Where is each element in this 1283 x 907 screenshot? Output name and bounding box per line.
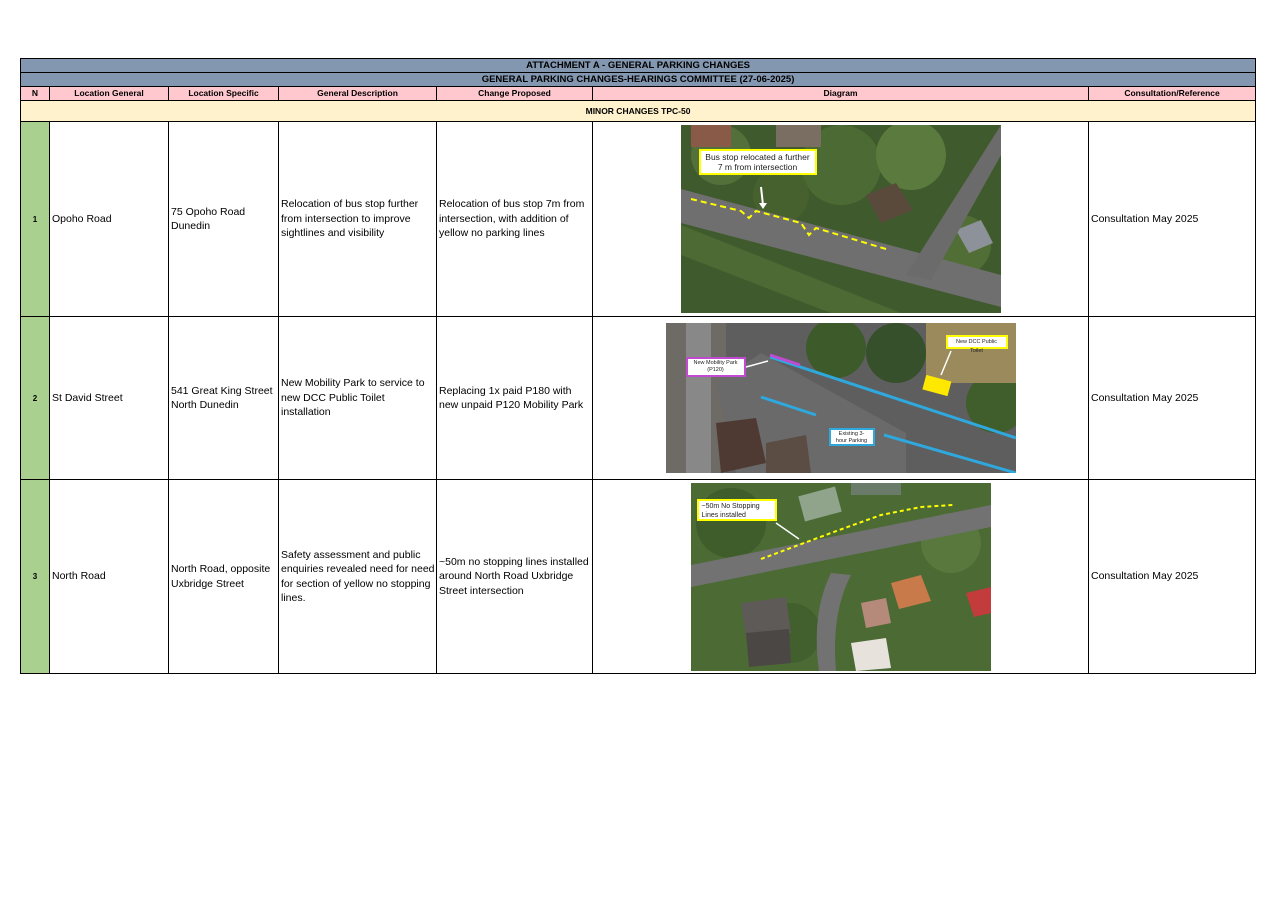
col-header-change-proposed: Change Proposed <box>436 86 593 101</box>
diagram-callout: Bus stop relocated a further 7 m from in… <box>698 149 817 175</box>
diagram-callout: New Mobility Park (P120) <box>685 357 746 377</box>
col-header-n: N <box>20 86 50 101</box>
row-number: 1 <box>20 121 50 317</box>
title-row: ATTACHMENT A - GENERAL PARKING CHANGES <box>19 58 1257 73</box>
consultation-reference: Consultation May 2025 <box>1087 316 1257 480</box>
col-header-location-specific: Location Specific <box>168 86 279 101</box>
general-description: Safety assessment and public enquiries r… <box>278 479 437 674</box>
subtitle-row: GENERAL PARKING CHANGES-HEARINGS COMMITT… <box>19 72 1257 87</box>
aerial-map-north-road: ~50m No Stopping Lines installed <box>690 482 991 671</box>
change-proposed: Relocation of bus stop 7m from intersect… <box>436 121 593 317</box>
consultation-reference: Consultation May 2025 <box>1087 121 1257 317</box>
col-header-consultation: Consultation/Reference <box>1087 86 1257 101</box>
location-general: Opoho Road <box>49 121 169 317</box>
aerial-map-st-david-street: New Mobility Park (P120) New DCC Public … <box>665 323 1016 473</box>
section-title: MINOR CHANGES TPC-50 <box>19 100 1257 122</box>
parking-changes-sheet: ATTACHMENT A - GENERAL PARKING CHANGES G… <box>19 58 1257 674</box>
table-row: 2 St David Street 541 Great King Street … <box>20 316 1257 480</box>
aerial-map-opoho-road: Bus stop relocated a further 7 m from in… <box>680 125 1001 313</box>
location-specific: 75 Opoho Road Dunedin <box>168 121 279 317</box>
table-row: 3 North Road North Road, opposite Uxbrid… <box>20 479 1257 674</box>
col-header-general-description: General Description <box>278 86 437 101</box>
location-general: North Road <box>49 479 169 674</box>
general-description: Relocation of bus stop further from inte… <box>278 121 437 317</box>
diagram-cell: New Mobility Park (P120) New DCC Public … <box>592 316 1089 480</box>
document-title: ATTACHMENT A - GENERAL PARKING CHANGES <box>19 58 1257 73</box>
header-row: N Location General Location Specific Gen… <box>20 86 1257 101</box>
location-general: St David Street <box>49 316 169 480</box>
col-header-location-general: Location General <box>49 86 169 101</box>
change-proposed: Replacing 1x paid P180 with new unpaid P… <box>436 316 593 480</box>
diagram-cell: ~50m No Stopping Lines installed <box>592 479 1089 674</box>
change-proposed: ~50m no stopping lines installed around … <box>436 479 593 674</box>
parking-changes-table: ATTACHMENT A - GENERAL PARKING CHANGES G… <box>19 58 1257 674</box>
diagram-callout: New DCC Public Toilet <box>945 335 1008 354</box>
location-specific: North Road, opposite Uxbridge Street <box>168 479 279 674</box>
col-header-diagram: Diagram <box>592 86 1089 101</box>
row-number: 3 <box>20 479 50 674</box>
consultation-reference: Consultation May 2025 <box>1087 479 1257 674</box>
general-description: New Mobility Park to service to new DCC … <box>278 316 437 480</box>
location-specific: 541 Great King Street North Dunedin <box>168 316 279 480</box>
section-row: MINOR CHANGES TPC-50 <box>19 100 1257 122</box>
document-subtitle: GENERAL PARKING CHANGES-HEARINGS COMMITT… <box>19 72 1257 87</box>
table-row: 1 Opoho Road 75 Opoho Road Dunedin Reloc… <box>20 121 1257 317</box>
diagram-cell: Bus stop relocated a further 7 m from in… <box>592 121 1089 317</box>
row-number: 2 <box>20 316 50 480</box>
diagram-callout: Existing 3-hour Parking <box>828 428 875 446</box>
diagram-callout: ~50m No Stopping Lines installed <box>696 498 777 521</box>
